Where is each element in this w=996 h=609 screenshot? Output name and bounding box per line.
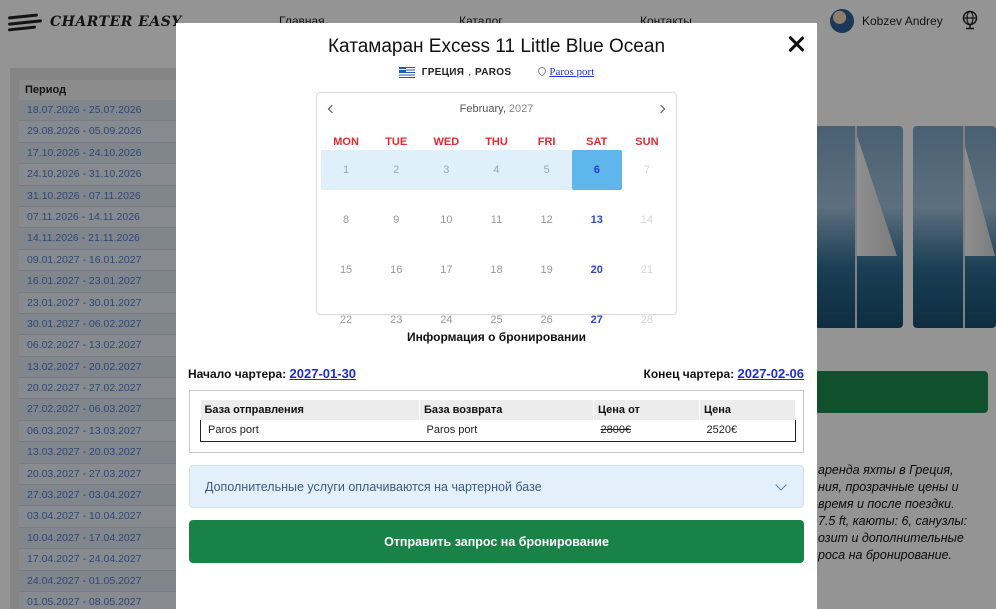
col-price: Цена bbox=[699, 400, 796, 420]
charter-end-label: Конец чартера: bbox=[643, 367, 735, 381]
chevron-right-icon[interactable] bbox=[656, 103, 668, 115]
weekday-mon: MON bbox=[333, 136, 359, 148]
calendar-day[interactable]: 8 bbox=[321, 200, 371, 240]
calendar-day[interactable]: 2 bbox=[371, 150, 422, 190]
col-return-base: База возврата bbox=[419, 400, 594, 420]
weekday-sat: SAT bbox=[586, 136, 608, 148]
extras-accordion[interactable]: Дополнительные услуги оплачиваются на ча… bbox=[189, 465, 804, 508]
calendar-day[interactable]: 10 bbox=[421, 200, 471, 240]
charter-start-date[interactable]: 2027-01-30 bbox=[290, 366, 357, 381]
calendar: February, 2027 MON TUE WED THU FRI SAT SUN 123… bbox=[316, 92, 677, 326]
col-departure-base: База отправления bbox=[200, 400, 420, 420]
charter-end: Конец чартера: 2027-02-06 bbox=[644, 366, 805, 381]
price-table: База отправления База возврата Цена от Ц… bbox=[200, 400, 796, 442]
weekday-row: MON TUE WED THU FRI SAT SUN bbox=[321, 136, 672, 148]
calendar-day[interactable]: 19 bbox=[522, 250, 572, 290]
calendar-day[interactable]: 16 bbox=[371, 250, 421, 290]
calendar-day: 7 bbox=[643, 164, 650, 176]
calendar-year: 2027 bbox=[508, 103, 534, 115]
location-line: ГРЕЦИЯ , PAROS Paros port bbox=[176, 66, 817, 78]
cell-price: 2520€ bbox=[699, 420, 796, 442]
booking-modal: Катамаран Excess 11 Little Blue Ocean ГР… bbox=[176, 23, 817, 609]
weekday-wed: WED bbox=[433, 136, 460, 148]
greece-flag-icon bbox=[398, 66, 415, 78]
country-label: ГРЕЦИЯ bbox=[421, 66, 465, 78]
booking-info-title: Информация о бронировании bbox=[406, 330, 587, 344]
calendar-day[interactable]: 5 bbox=[521, 150, 572, 190]
calendar-day[interactable]: 18 bbox=[471, 250, 521, 290]
calendar-header: February, 2027 bbox=[317, 93, 676, 125]
col-price-from: Цена от bbox=[593, 400, 700, 420]
chevron-down-icon[interactable] bbox=[775, 479, 787, 491]
weekday-tue: TUE bbox=[385, 136, 408, 148]
region-label: PAROS bbox=[475, 66, 512, 78]
weekday-fri: FRI bbox=[537, 136, 556, 148]
charter-end-date[interactable]: 2027-02-06 bbox=[738, 366, 805, 381]
location-pin-icon bbox=[537, 67, 545, 77]
calendar-day[interactable]: 3 bbox=[421, 150, 472, 190]
calendar-day[interactable]: 20 bbox=[572, 250, 622, 290]
calendar-month: February, bbox=[459, 103, 506, 115]
calendar-day[interactable]: 13 bbox=[572, 200, 622, 240]
submit-booking-button[interactable]: Отправить запрос на бронирование bbox=[189, 520, 804, 563]
port-link[interactable]: Paros port bbox=[549, 66, 594, 78]
charter-start: Начало чартера: 2027-01-30 bbox=[188, 366, 356, 381]
chevron-left-icon[interactable] bbox=[325, 103, 337, 115]
calendar-day[interactable]: 11 bbox=[471, 200, 521, 240]
calendar-day[interactable]: 6 bbox=[571, 150, 622, 190]
calendar-day: 21 bbox=[640, 264, 654, 276]
calendar-day[interactable]: 1 bbox=[321, 150, 372, 190]
calendar-day[interactable]: 17 bbox=[421, 250, 471, 290]
table-row: Paros port Paros port 2800€ 2520€ bbox=[200, 420, 796, 442]
cell-departure-base: Paros port bbox=[200, 420, 420, 442]
weekday-thu: THU bbox=[485, 136, 508, 148]
calendar-day[interactable]: 4 bbox=[471, 150, 522, 190]
price-table-container: База отправления База возврата Цена от Ц… bbox=[189, 390, 804, 453]
calendar-day[interactable]: 15 bbox=[321, 250, 371, 290]
day-grid: 1 2 3 4 5 6 7 8 9 10 11 12 13 14 15 16 17 18 19 20 21 22 23 24 2… bbox=[321, 150, 672, 340]
weekday-sun: SUN bbox=[635, 136, 659, 148]
calendar-day[interactable]: 12 bbox=[522, 200, 572, 240]
cell-price-from: 2800€ bbox=[593, 420, 700, 442]
extras-label: Дополнительные услуги оплачиваются на ча… bbox=[205, 479, 542, 494]
calendar-day[interactable]: 9 bbox=[371, 200, 421, 240]
calendar-day: 14 bbox=[640, 214, 654, 226]
location-separator: , bbox=[468, 66, 472, 78]
cell-return-base: Paros port bbox=[419, 420, 594, 442]
modal-title: Катамаран Excess 11 Little Blue Ocean bbox=[327, 36, 666, 57]
charter-start-label: Начало чартера: bbox=[188, 367, 287, 381]
